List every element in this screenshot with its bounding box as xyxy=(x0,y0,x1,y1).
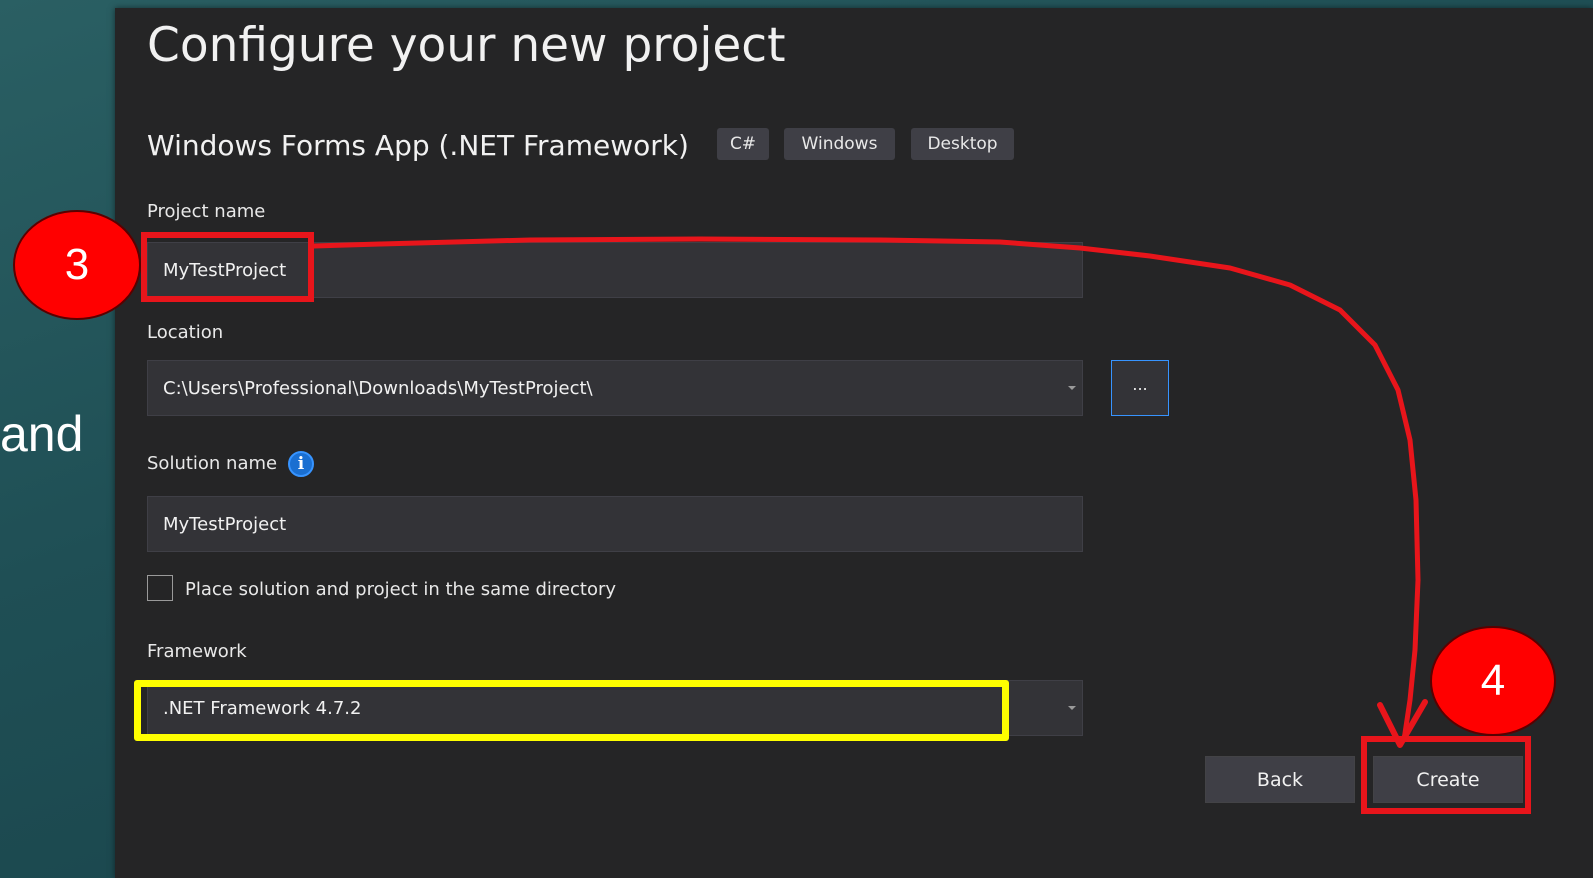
step-3-callout: 3 xyxy=(13,210,141,320)
annotation-arrow xyxy=(311,236,1428,748)
step-4-callout: 4 xyxy=(1430,626,1556,736)
